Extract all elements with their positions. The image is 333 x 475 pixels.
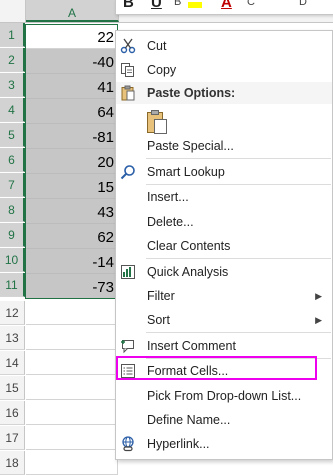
cell-a16[interactable] [26, 400, 118, 425]
font-color-button[interactable]: A [221, 0, 232, 11]
bold-button[interactable]: B [123, 0, 134, 11]
context-menu: Cut Copy Paste Options: Paste Special...… [115, 30, 333, 460]
filter-label: Filter [147, 289, 175, 303]
menu-separator [146, 184, 331, 185]
hyperlink-icon [120, 436, 136, 452]
paste-options-header: Paste Options: [116, 82, 332, 104]
clear-contents-label: Clear Contents [147, 239, 231, 253]
menu-item-hyperlink[interactable]: Hyperlink... [116, 433, 332, 455]
row-header[interactable]: 8 [0, 198, 25, 222]
cell-a1[interactable]: 22 [26, 24, 118, 49]
quick-analysis-icon [120, 264, 136, 280]
column-header-b: B [174, 0, 182, 8]
cell-a8[interactable]: 43 [26, 199, 118, 224]
row-header[interactable]: 15 [0, 376, 25, 400]
cell-a11[interactable]: -73 [26, 274, 118, 299]
cell-a4[interactable]: 64 [26, 99, 118, 124]
define-name-label: Define Name... [147, 413, 231, 427]
cell-a2[interactable]: -40 [26, 49, 118, 74]
scissors-icon [120, 38, 136, 54]
cell-a9[interactable]: 62 [26, 224, 118, 249]
menu-item-define-name[interactable]: Define Name... [116, 409, 332, 431]
fill-color-icon[interactable] [188, 2, 202, 8]
row-header[interactable]: 12 [0, 301, 25, 325]
row-header[interactable]: 17 [0, 426, 25, 450]
menu-item-cut[interactable]: Cut [116, 35, 332, 57]
menu-item-copy[interactable]: Copy [116, 59, 332, 81]
pick-from-list-label: Pick From Drop-down List... [147, 389, 302, 403]
menu-item-smart-lookup[interactable]: Smart Lookup [116, 161, 332, 183]
cut-label: Cut [147, 39, 167, 53]
paste-special-label: Paste Special... [147, 139, 234, 153]
row-header[interactable]: 7 [0, 173, 25, 197]
row-header[interactable]: 10 [0, 248, 25, 272]
column-header-a[interactable]: A [26, 0, 119, 22]
menu-item-delete[interactable]: Delete... [116, 211, 332, 233]
row-header[interactable]: 11 [0, 273, 25, 297]
row-header[interactable]: 18 [0, 451, 25, 475]
menu-item-insert[interactable]: Insert... [116, 186, 332, 208]
row-header[interactable]: 9 [0, 223, 25, 247]
copy-icon [120, 62, 136, 78]
menu-item-insert-comment[interactable]: Insert Comment [116, 335, 332, 357]
menu-separator [146, 158, 331, 159]
menu-separator [146, 332, 331, 333]
cell-a13[interactable] [26, 325, 118, 350]
column-header-c: C [247, 0, 255, 8]
cell-a18[interactable] [26, 450, 118, 475]
row-header[interactable]: 1 [0, 23, 25, 47]
menu-item-sort[interactable]: Sort ▶ [116, 309, 332, 331]
row-header[interactable]: 4 [0, 98, 25, 122]
menu-item-clear-contents[interactable]: Clear Contents [116, 235, 332, 257]
menu-item-pick-from-list[interactable]: Pick From Drop-down List... [116, 385, 332, 407]
menu-separator [146, 258, 331, 259]
insert-comment-label: Insert Comment [147, 339, 236, 353]
menu-item-quick-analysis[interactable]: Quick Analysis [116, 261, 332, 283]
quick-analysis-label: Quick Analysis [147, 265, 229, 279]
row-header[interactable]: 2 [0, 48, 25, 72]
cell-a10[interactable]: -14 [26, 249, 118, 274]
format-cells-highlight-box [116, 356, 317, 380]
copy-label: Copy [147, 63, 177, 77]
submenu-arrow-icon: ▶ [315, 315, 322, 325]
paste-options-label: Paste Options: [147, 86, 236, 100]
cell-a7[interactable]: 15 [26, 174, 118, 199]
search-icon [120, 164, 136, 180]
cell-a5[interactable]: -81 [26, 124, 118, 149]
delete-label: Delete... [147, 215, 194, 229]
paste-icon [147, 110, 167, 134]
cell-a3[interactable]: 41 [26, 74, 118, 99]
row-header[interactable]: 13 [0, 326, 25, 350]
select-all-corner[interactable] [0, 0, 26, 22]
cell-a15[interactable] [26, 375, 118, 400]
mini-toolbar: B U A B C D [115, 0, 333, 15]
insert-label: Insert... [147, 190, 189, 204]
comment-icon [120, 338, 136, 354]
column-header-d: D [299, 0, 307, 8]
cell-a6[interactable]: 20 [26, 149, 118, 174]
row-header[interactable]: 5 [0, 123, 25, 147]
underline-button[interactable]: U [151, 0, 162, 11]
sort-label: Sort [147, 313, 170, 327]
paste-button[interactable] [146, 109, 168, 135]
row-header[interactable]: 6 [0, 148, 25, 172]
row-header[interactable]: 14 [0, 351, 25, 375]
menu-item-paste-special[interactable]: Paste Special... [116, 135, 332, 157]
cell-a14[interactable] [26, 350, 118, 375]
submenu-arrow-icon: ▶ [315, 291, 322, 301]
hyperlink-label: Hyperlink... [147, 437, 210, 451]
row-header[interactable]: 16 [0, 401, 25, 425]
cell-a17[interactable] [26, 425, 118, 450]
menu-item-filter[interactable]: Filter ▶ [116, 285, 332, 307]
cell-a12[interactable] [26, 300, 118, 325]
row-header[interactable]: 3 [0, 73, 25, 97]
smart-lookup-label: Smart Lookup [147, 165, 225, 179]
clipboard-icon [120, 85, 136, 108]
